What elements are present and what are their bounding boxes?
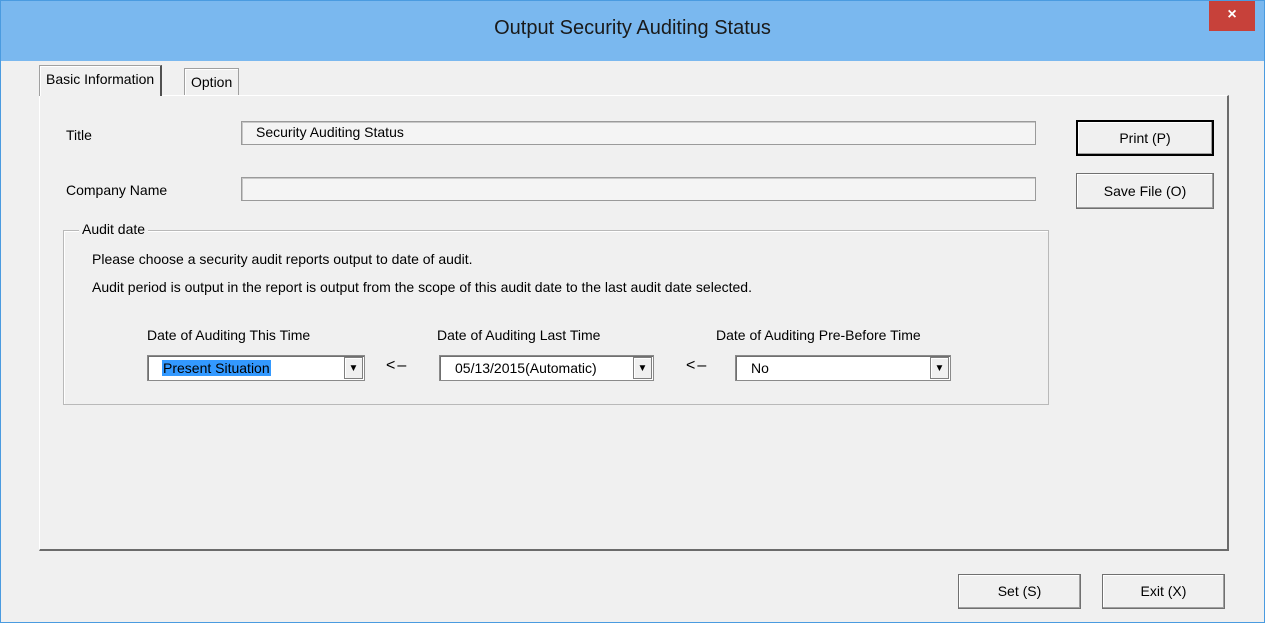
chevron-down-icon: ▼ (637, 363, 648, 374)
chevron-down-icon: ▼ (934, 363, 945, 374)
pre-before-select[interactable]: No ▼ (735, 355, 951, 381)
pre-before-label: Date of Auditing Pre-Before Time (716, 327, 921, 343)
print-button[interactable]: Print (P) (1076, 120, 1214, 156)
close-icon: × (1227, 6, 1237, 23)
company-name-label: Company Name (66, 182, 168, 198)
last-time-select[interactable]: 05/13/2015(Automatic) ▼ (439, 355, 654, 381)
tab-option[interactable]: Option (184, 68, 240, 96)
arrow-left-icon: <– (686, 357, 709, 374)
dialog-window: Output Security Auditing Status × Basic … (0, 0, 1265, 623)
audit-instruction-1: Please choose a security audit reports o… (92, 251, 473, 267)
save-file-button-label: Save File (O) (1103, 183, 1187, 199)
audit-date-legend: Audit date (79, 221, 149, 237)
this-time-dropdown-button[interactable]: ▼ (344, 357, 363, 379)
set-button[interactable]: Set (S) (958, 574, 1081, 609)
chevron-down-icon: ▼ (348, 363, 359, 374)
save-file-button[interactable]: Save File (O) (1076, 173, 1214, 209)
arrow-left-icon: <– (386, 357, 409, 374)
title-input[interactable]: Security Auditing Status (241, 121, 1036, 145)
this-time-select[interactable]: Present Situation ▼ (147, 355, 365, 381)
exit-button-label: Exit (X) (1140, 583, 1187, 599)
tab-basic-information-label: Basic Information (46, 71, 155, 87)
last-time-select-value: 05/13/2015(Automatic) (455, 360, 597, 376)
set-button-label: Set (S) (997, 583, 1042, 599)
audit-instruction-2: Audit period is output in the report is … (92, 279, 752, 295)
this-time-label: Date of Auditing This Time (147, 327, 311, 343)
close-button[interactable]: × (1209, 1, 1255, 31)
company-name-input[interactable] (241, 177, 1036, 201)
exit-button[interactable]: Exit (X) (1102, 574, 1225, 609)
print-button-label: Print (P) (1119, 130, 1171, 146)
title-input-value: Security Auditing Status (256, 124, 404, 140)
last-time-label: Date of Auditing Last Time (437, 327, 601, 343)
this-time-select-value: Present Situation (162, 360, 271, 376)
title-label: Title (66, 127, 92, 143)
tab-option-label: Option (191, 74, 233, 90)
title-bar[interactable]: Output Security Auditing Status (1, 1, 1264, 61)
last-time-dropdown-button[interactable]: ▼ (633, 357, 652, 379)
tab-basic-information[interactable]: Basic Information (39, 65, 163, 96)
window-title: Output Security Auditing Status (494, 17, 771, 39)
pre-before-select-value: No (751, 360, 769, 376)
pre-before-dropdown-button[interactable]: ▼ (930, 357, 949, 379)
